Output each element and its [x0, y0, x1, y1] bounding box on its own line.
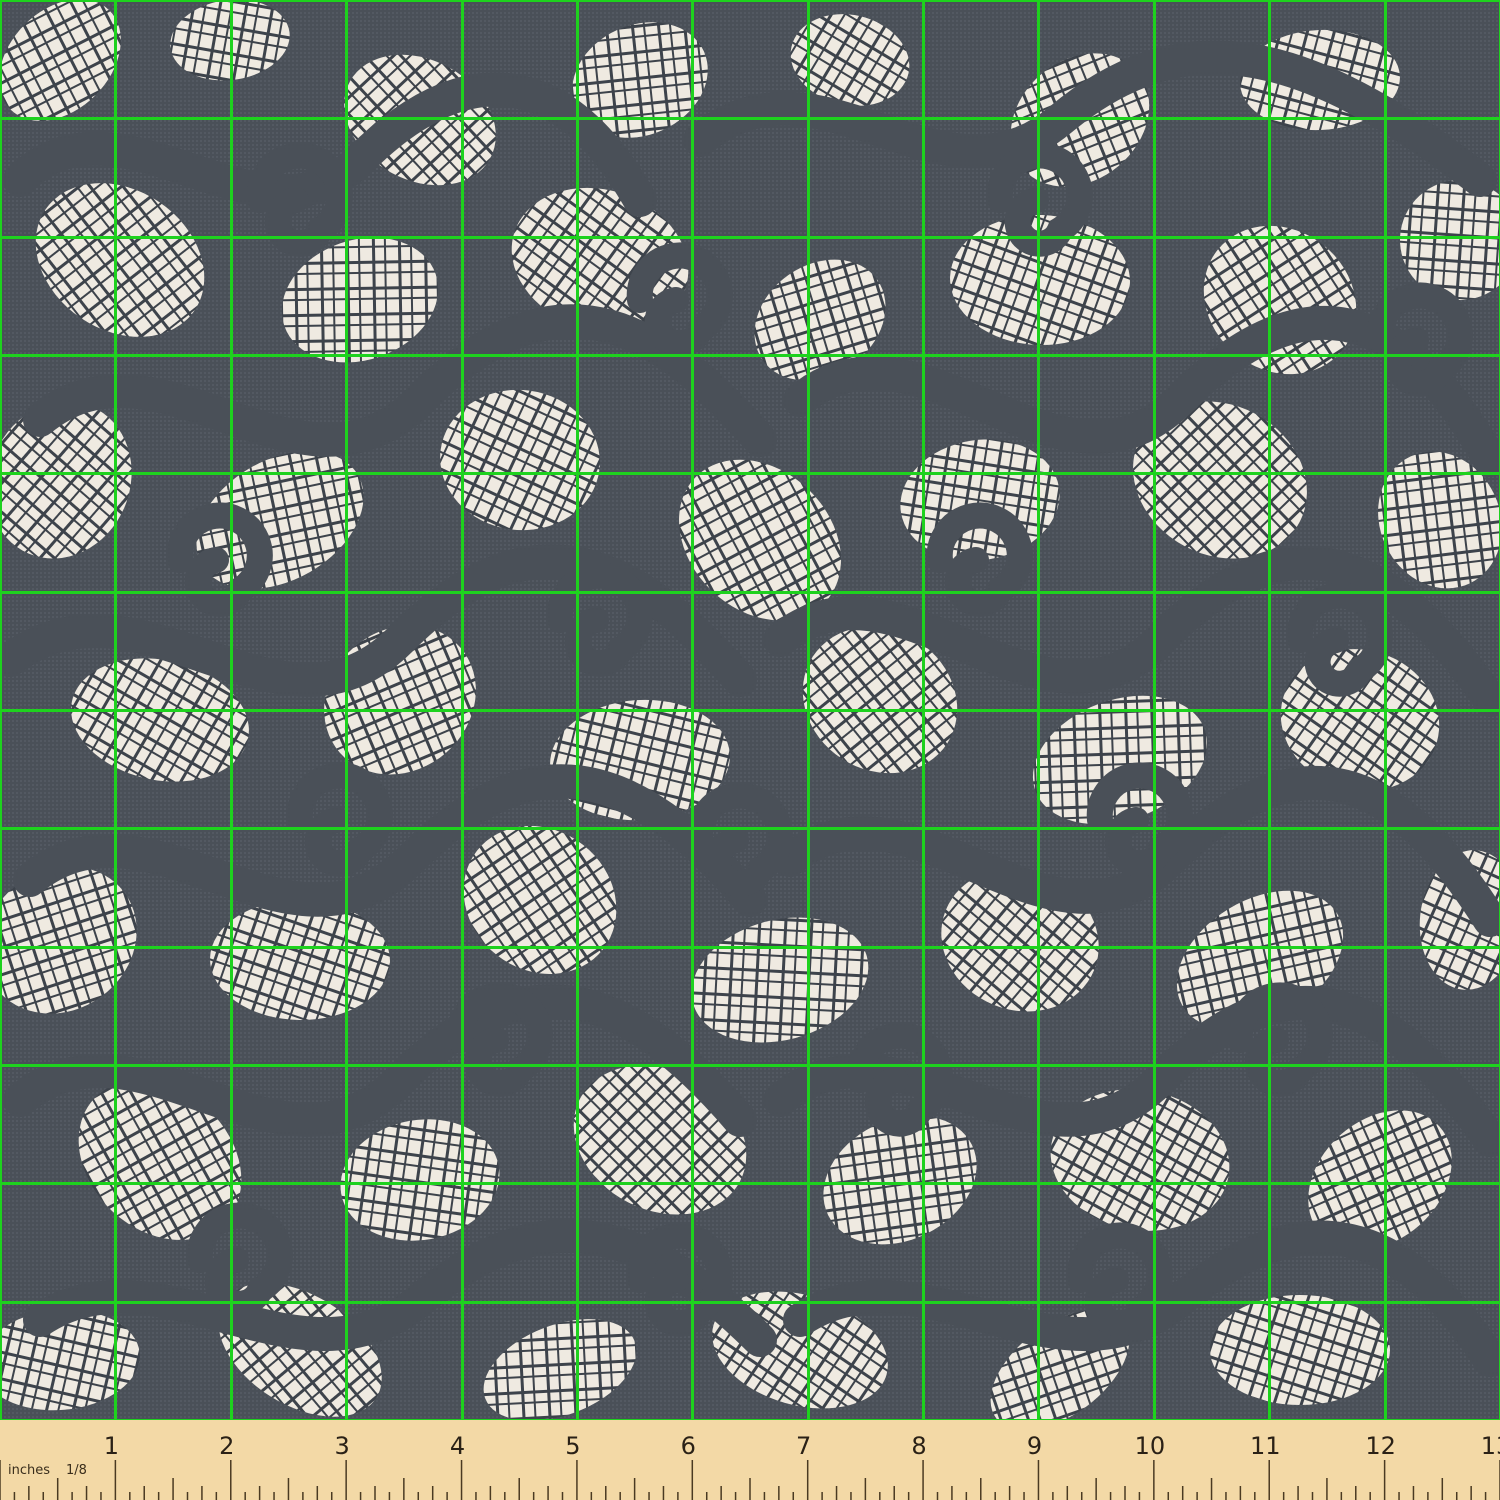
- ruler-number: 3: [335, 1432, 350, 1460]
- ruler-number: 13: [1481, 1432, 1500, 1460]
- fabric-swatch: 12345678910111213 inches 1/8: [0, 0, 1500, 1500]
- ruler-fraction-label: 1/8: [66, 1463, 87, 1478]
- ruler-number: 6: [681, 1432, 696, 1460]
- ruler: 12345678910111213 inches 1/8: [0, 1420, 1500, 1500]
- ruler-number: 2: [219, 1432, 234, 1460]
- ruler-number: 7: [796, 1432, 811, 1460]
- ruler-number: 4: [450, 1432, 465, 1460]
- ruler-number: 9: [1027, 1432, 1042, 1460]
- ruler-number: 12: [1365, 1432, 1396, 1460]
- ruler-number: 11: [1250, 1432, 1281, 1460]
- ruler-number: 10: [1135, 1432, 1166, 1460]
- ruler-number: 1: [104, 1432, 119, 1460]
- ruler-number: 8: [911, 1432, 926, 1460]
- fabric-pattern: [0, 0, 1500, 1420]
- ruler-unit-label: inches: [8, 1463, 50, 1478]
- plaid-blob: [1210, 1295, 1390, 1405]
- ruler-number: 5: [565, 1432, 580, 1460]
